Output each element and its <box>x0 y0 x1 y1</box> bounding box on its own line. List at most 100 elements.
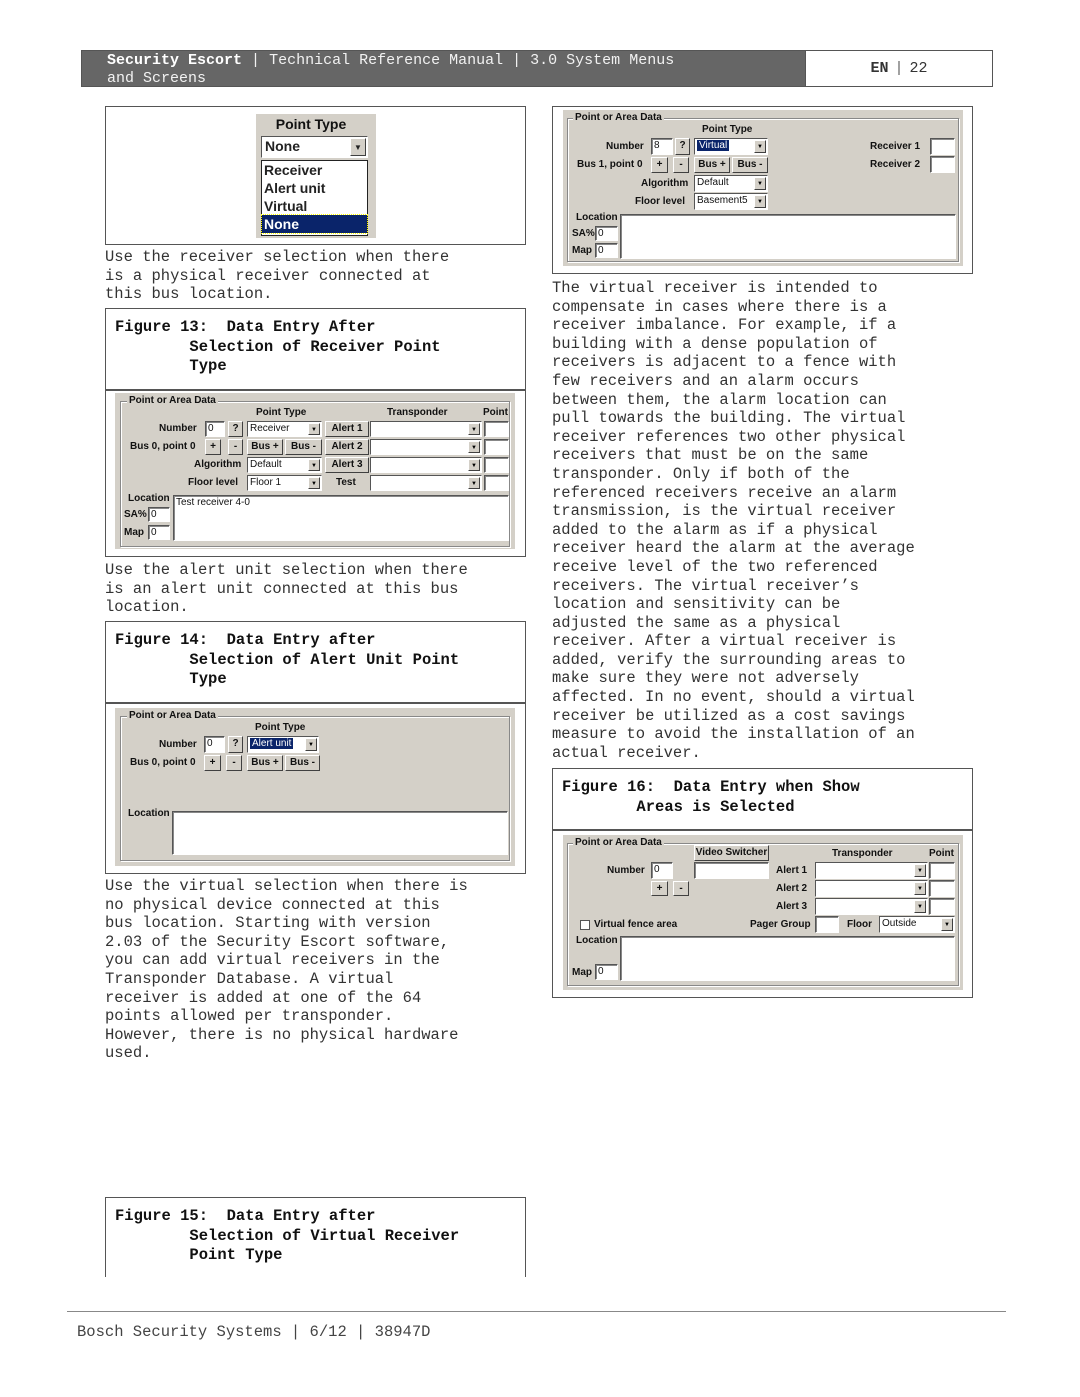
algorithm-select[interactable]: Default ▼ <box>247 457 322 473</box>
floor-select[interactable]: Outside ▼ <box>879 916 955 933</box>
plus-button[interactable]: + <box>205 439 221 455</box>
point-type-select[interactable]: Receiver ▼ <box>247 421 322 437</box>
location-input[interactable] <box>172 811 508 855</box>
plus-button[interactable]: + <box>204 755 221 771</box>
help-button[interactable]: ? <box>675 138 690 155</box>
minus-button[interactable]: - <box>673 157 689 173</box>
chevron-down-icon[interactable]: ▼ <box>308 477 320 489</box>
location-label: Location <box>128 808 170 819</box>
plus-button[interactable]: + <box>651 157 668 173</box>
minus-button[interactable]: - <box>226 755 242 771</box>
chevron-down-icon[interactable]: ▼ <box>468 477 480 489</box>
alert-3-point-input[interactable] <box>929 898 955 915</box>
floor-level-label: Floor level <box>188 477 239 488</box>
alert-1-transponder-select[interactable]: ▼ <box>815 862 928 879</box>
virtual-fence-checkbox[interactable] <box>580 920 590 930</box>
paragraph-receiver: Use the receiver selection when there is… <box>105 248 450 304</box>
alert-2-transponder-select[interactable]: ▼ <box>370 439 482 455</box>
option-receiver[interactable]: Receiver <box>262 161 367 179</box>
help-button[interactable]: ? <box>228 421 243 437</box>
video-switcher-input[interactable] <box>694 862 769 879</box>
alert-1-point-input[interactable] <box>484 421 509 437</box>
plus-button[interactable]: + <box>651 881 668 896</box>
bus-minus-button[interactable]: Bus - <box>285 439 322 455</box>
point-type-select[interactable]: Virtual ▼ <box>694 138 768 155</box>
number-input[interactable]: 8 <box>651 138 673 155</box>
bus-minus-button[interactable]: Bus - <box>285 755 320 771</box>
alert-2-point-input[interactable] <box>484 439 509 455</box>
floor-level-select[interactable]: Floor 1 ▼ <box>247 475 322 491</box>
option-virtual[interactable]: Virtual <box>262 197 367 215</box>
video-switcher-button[interactable]: Video Switcher <box>694 845 769 861</box>
receiver-1-input[interactable] <box>930 138 955 155</box>
minus-button[interactable]: - <box>228 439 243 455</box>
alert-2-point-input[interactable] <box>929 880 955 897</box>
test-transponder-select[interactable]: ▼ <box>370 475 482 491</box>
chevron-down-icon[interactable]: ▼ <box>754 195 766 208</box>
number-input[interactable]: 0 <box>651 862 673 879</box>
alert-3-point-input[interactable] <box>484 457 509 473</box>
alert-3-transponder-select[interactable]: ▼ <box>370 457 482 473</box>
bus-plus-button[interactable]: Bus + <box>247 755 283 771</box>
alert-1-label: Alert 1 <box>776 865 808 876</box>
chevron-down-icon[interactable]: ▼ <box>468 459 480 471</box>
chevron-down-icon[interactable]: ▼ <box>754 177 766 190</box>
test-point-input[interactable] <box>484 475 509 491</box>
point-type-label: Point Type <box>702 124 753 135</box>
chevron-down-icon[interactable]: ▼ <box>914 864 926 877</box>
pager-group-input[interactable] <box>815 916 839 933</box>
help-button[interactable]: ? <box>228 736 243 753</box>
chevron-down-icon[interactable]: ▼ <box>468 423 480 435</box>
minus-button[interactable]: - <box>673 881 689 896</box>
chevron-down-icon[interactable]: ▼ <box>468 441 480 453</box>
transponder-label: Transponder <box>832 848 893 859</box>
receiver-2-input[interactable] <box>930 156 955 173</box>
point-type-select[interactable]: Alert unit ▼ <box>247 736 319 753</box>
chevron-down-icon[interactable]: ▼ <box>754 140 766 153</box>
header-page-info: EN | 22 <box>805 51 992 86</box>
paragraph-alert-unit: Use the alert unit selection when there … <box>105 561 468 617</box>
location-input[interactable]: Test receiver 4-0 <box>173 495 509 541</box>
map-input[interactable]: 0 <box>595 243 618 258</box>
chevron-down-icon[interactable]: ▼ <box>308 423 320 435</box>
alert-1-transponder-select[interactable]: ▼ <box>370 421 482 437</box>
alert-3-button[interactable]: Alert 3 <box>325 457 369 473</box>
sa-percent-label: SA% <box>124 509 147 520</box>
location-input[interactable] <box>620 214 956 259</box>
point-type-label: Point Type <box>255 722 306 733</box>
header-section-cont: and Screens <box>107 70 207 87</box>
bus-minus-button[interactable]: Bus - <box>732 157 768 173</box>
alert-2-button[interactable]: Alert 2 <box>325 439 369 455</box>
alert-3-transponder-select[interactable]: ▼ <box>815 898 928 915</box>
group-title: Point or Area Data <box>573 837 664 848</box>
chevron-down-icon[interactable]: ▼ <box>914 900 926 913</box>
map-input[interactable]: 0 <box>595 964 618 980</box>
bus-plus-button[interactable]: Bus + <box>694 157 730 173</box>
point-type-title: Point Type <box>275 116 347 132</box>
location-input[interactable] <box>620 936 955 981</box>
chevron-down-icon[interactable]: ▼ <box>308 459 320 471</box>
sa-percent-input[interactable]: 0 <box>148 507 170 522</box>
header-manual: Technical Reference Manual <box>269 52 504 69</box>
figure-14-dialog: Point or Area Data Point Type Number 0 ?… <box>115 708 515 866</box>
option-alert-unit[interactable]: Alert unit <box>262 179 367 197</box>
chevron-down-icon[interactable]: ▼ <box>941 918 953 931</box>
alert-1-point-input[interactable] <box>929 862 955 879</box>
chevron-down-icon[interactable]: ▼ <box>914 882 926 895</box>
header-language: EN <box>870 60 889 77</box>
map-input[interactable]: 0 <box>148 525 170 540</box>
figure-14-caption: Figure 14: Data Entry after Selection of… <box>105 621 526 703</box>
algorithm-select[interactable]: Default ▼ <box>694 175 768 192</box>
header-section: 3.0 System Menus <box>530 52 675 69</box>
number-input[interactable]: 0 <box>205 421 225 437</box>
floor-level-select[interactable]: Basement5 ▼ <box>694 193 768 210</box>
chevron-down-icon[interactable]: ▼ <box>305 738 317 751</box>
sa-percent-input[interactable]: 0 <box>595 226 618 241</box>
number-input[interactable]: 0 <box>204 736 225 753</box>
chevron-down-icon[interactable]: ▼ <box>350 138 366 156</box>
point-type-select[interactable]: None ▼ <box>261 136 368 158</box>
alert-2-transponder-select[interactable]: ▼ <box>815 880 928 897</box>
bus-plus-button[interactable]: Bus + <box>247 439 283 455</box>
option-none[interactable]: None <box>261 214 368 234</box>
alert-1-button[interactable]: Alert 1 <box>325 421 369 437</box>
